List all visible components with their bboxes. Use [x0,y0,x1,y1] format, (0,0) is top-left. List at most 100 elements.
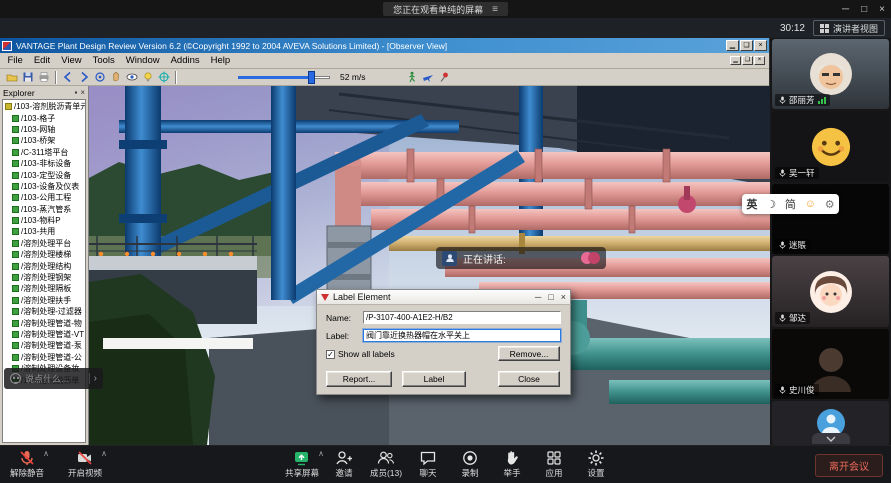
speaker-view-button[interactable]: 演讲者视图 [813,20,885,36]
tree-item[interactable]: /103-蒸汽管系 [4,204,85,215]
tree-item[interactable]: /溶剂处理平台 [4,238,85,249]
app-title-bar[interactable]: VANTAGE Plant Design Review Version 6.2 … [0,38,769,53]
participant-tile[interactable]: 邵丽芳 [772,39,889,109]
participant-tile[interactable]: 邹达 [772,256,889,326]
light-icon[interactable] [140,70,156,85]
remove-button[interactable]: Remove... [498,346,560,361]
share-screen-icon [293,449,311,466]
collapse-sidebar-button[interactable] [812,433,850,444]
close-button[interactable]: Close [498,371,560,387]
close-panel-icon[interactable]: × [80,88,85,97]
dialog-close-icon[interactable]: × [561,292,566,302]
chevron-up-icon[interactable]: ∧ [101,450,107,458]
print-icon[interactable] [36,70,52,85]
app-restore-icon[interactable]: ❏ [740,40,753,51]
participant-tile[interactable]: 吴一轩 [772,111,889,181]
share-screen-button[interactable]: ∧ 共享屏幕 [281,449,323,479]
menu-help[interactable]: Help [205,55,236,66]
tree-item[interactable]: /103-格子 [4,112,85,123]
pan-hand-icon[interactable] [108,70,124,85]
banner-menu-icon[interactable]: ≡ [492,4,498,15]
tree-item[interactable]: /103-定型设备 [4,169,85,180]
fly-mode-icon[interactable] [420,70,436,85]
dialog-title-bar[interactable]: Label Element ─ □ × [316,289,571,305]
participant-tile[interactable] [772,401,889,445]
menu-tools[interactable]: Tools [87,55,120,66]
record-button[interactable]: 录制 [449,449,491,479]
walk-mode-icon[interactable] [404,70,420,85]
chat-button[interactable]: 聊天 [407,449,449,479]
chat-expand-icon[interactable]: › [89,373,97,384]
report-button[interactable]: Report... [326,371,392,387]
menu-view[interactable]: View [56,55,87,66]
tree-item[interactable]: /103-桥架 [4,135,85,146]
tree-item[interactable]: /103-共用 [4,226,85,237]
tree-item[interactable]: /溶剂处理隔板 [4,283,85,294]
tree-item[interactable]: /103-公用工程 [4,192,85,203]
tree-item[interactable]: /溶制处理-过滤器 [4,306,85,317]
slider-thumb[interactable] [308,71,315,84]
name-field[interactable] [363,311,561,324]
speaking-label: 正在讲话: [463,251,506,266]
ime-settings-icon[interactable]: ⚙ [825,198,835,211]
settings-button[interactable]: 设置 [575,449,617,479]
dialog-maximize-icon[interactable]: □ [548,292,553,302]
ime-emoji-icon[interactable]: ☺ [805,198,816,210]
tree-item[interactable]: /103-网轴 [4,124,85,135]
app-minimize-icon[interactable]: ▁ [726,40,739,51]
chat-quick-input[interactable]: 说点什么... › [4,368,103,389]
app-close-icon[interactable]: × [754,40,767,51]
tree-item[interactable]: /溶制处理管道-泵 [4,340,85,351]
ime-language-toggle[interactable]: 英 [746,196,757,212]
ime-halfwidth-icon[interactable]: ☽ [766,198,776,211]
back-icon[interactable] [60,70,76,85]
unmute-button[interactable]: ∧ 解除静音 [6,449,48,479]
show-all-labels-checkbox[interactable]: ✓ Show all labels [326,349,395,359]
forward-icon[interactable] [76,70,92,85]
label-button[interactable]: Label [402,371,466,387]
open-icon[interactable] [4,70,20,85]
orbit-icon[interactable] [92,70,108,85]
tree-item[interactable]: /103-物料P [4,215,85,226]
checkbox-icon[interactable]: ✓ [326,350,335,359]
maximize-icon[interactable]: □ [861,4,867,15]
tree-item[interactable]: /103-溶剂脱沥青单元 [4,101,85,112]
chevron-up-icon[interactable]: ∧ [43,450,49,458]
invite-button[interactable]: 邀请 [323,449,365,479]
label-field[interactable] [363,329,561,342]
emoji-icon[interactable] [10,373,21,384]
ime-simplified-toggle[interactable]: 简 [785,196,796,212]
tree-item[interactable]: /C-311塔平台 [4,147,85,158]
tree-item[interactable]: /溶制处理管道-公 [4,352,85,363]
eye-icon[interactable] [124,70,140,85]
apps-button[interactable]: 应用 [533,449,575,479]
participant-tile[interactable]: 史川俊 [772,329,889,399]
child-restore-icon[interactable]: ❏ [742,56,753,65]
pin-icon[interactable]: ▪ [74,88,77,97]
tree-item[interactable]: /溶剂处理结构 [4,260,85,271]
tree-item[interactable]: /溶剂处理楼梯 [4,249,85,260]
child-minimize-icon[interactable]: ▁ [730,56,741,65]
minimize-icon[interactable]: ─ [842,4,849,15]
members-button[interactable]: 成员(13) [365,449,407,479]
pin-icon[interactable] [436,70,452,85]
tree-item[interactable]: /溶剂处理扶手 [4,295,85,306]
dialog-minimize-icon[interactable]: ─ [535,292,541,302]
tree-item[interactable]: /103-设备及仪表 [4,181,85,192]
leave-meeting-button[interactable]: 离开会议 [815,454,883,477]
close-icon[interactable]: × [879,4,885,15]
menu-addins[interactable]: Addins [165,55,205,66]
target-icon[interactable] [156,70,172,85]
menu-window[interactable]: Window [120,55,165,66]
speed-slider[interactable] [238,71,330,84]
tree-item[interactable]: /溶剂处理钢架 [4,272,85,283]
menu-edit[interactable]: Edit [28,55,55,66]
tree-item[interactable]: /溶制处理管道-VT [4,329,85,340]
menu-file[interactable]: File [2,55,28,66]
save-icon[interactable] [20,70,36,85]
child-close-icon[interactable]: × [754,56,765,65]
start-video-button[interactable]: ∧ 开启视频 [64,449,106,479]
tree-item[interactable]: /103-非标设备 [4,158,85,169]
tree-item[interactable]: /溶制处理管道-物 [4,317,85,328]
raise-hand-button[interactable]: 举手 [491,449,533,479]
